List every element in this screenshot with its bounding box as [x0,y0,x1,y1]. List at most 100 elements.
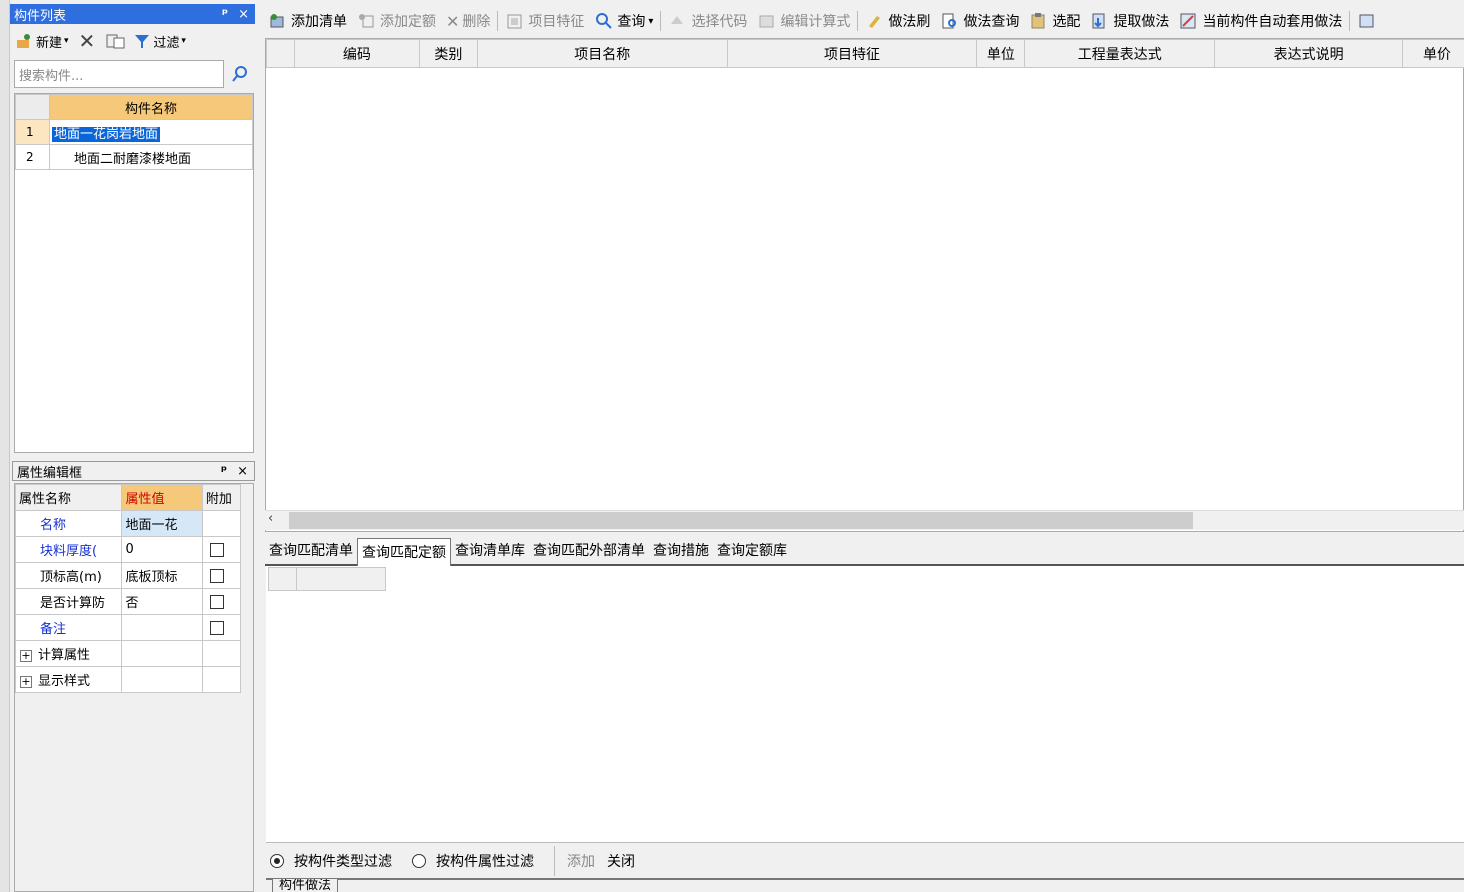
property-panel-titlebar: 属性编辑框 ᵖ × [12,461,255,481]
property-group-row[interactable]: + 显示样式 [14,666,242,693]
pin-icon[interactable]: ᵖ [222,7,228,22]
property-value-input[interactable] [121,614,203,641]
new-button[interactable]: 新建 ▾ [14,32,69,51]
tab-query-match-list[interactable]: 查询匹配清单 [265,540,357,564]
extract-icon [1092,13,1105,29]
column-header[interactable]: 表达式说明 [1214,39,1403,68]
filter-separator [554,845,555,876]
property-grid: 属性名称 属性值 附加 名称 地面一花 块料厚度( 0 顶标高(m) 底板顶标 … [14,483,254,892]
property-name: 顶标高(m) [14,562,123,589]
delete-icon[interactable]: ✕ [79,29,96,53]
auto-apply-button[interactable]: 当前构件自动套用做法 [1174,11,1347,31]
expand-icon[interactable]: + [20,649,32,662]
add-quota-button[interactable]: 添加定额 [352,11,441,31]
column-header[interactable]: 编码 [293,39,420,68]
edit-formula-icon [759,15,774,28]
grid-corner-cell [266,39,295,68]
filter-icon [135,35,150,48]
add-button[interactable]: 添加 [567,851,595,871]
expand-icon[interactable]: + [20,675,32,688]
document-search-icon [942,13,957,29]
scroll-left-icon[interactable]: ‹ [268,511,273,526]
property-value-input[interactable]: 底板顶标 [121,562,203,589]
extract-method-button[interactable]: 提取做法 [1085,11,1174,31]
toolbar-separator [497,11,499,31]
edit-formula-button[interactable]: 编辑计算式 [752,11,855,31]
search-icon [232,66,247,82]
column-header[interactable]: 项目特征 [726,39,978,68]
extra-checkbox[interactable] [209,568,224,583]
tab-query-external-list[interactable]: 查询匹配外部清单 [529,540,649,564]
select-match-button[interactable]: 选配 [1024,11,1085,31]
property-panel-title: 属性编辑框 [17,465,83,481]
property-name: 备注 [14,614,123,641]
extra-checkbox[interactable] [209,620,224,635]
toolbar-separator [857,11,859,31]
column-header[interactable]: 项目名称 [476,39,728,68]
component-name-cell[interactable]: 地面一花岗岩地面 [52,126,161,142]
method-query-button[interactable]: 做法查询 [935,11,1024,31]
clipboard-icon [1031,13,1045,29]
property-extra-cell [201,666,242,693]
property-value-cell [121,666,203,693]
property-value-header: 属性值 [121,484,203,511]
delete-button[interactable]: ✕ 删除 [441,11,495,31]
delete-icon: ✕ [446,11,460,31]
add-list-button[interactable]: 添加清单 [263,11,352,31]
close-button[interactable]: 关闭 [607,851,635,871]
property-row[interactable]: 是否计算防 否 [14,588,242,615]
search-button[interactable] [226,60,254,88]
tab-query-list-library[interactable]: 查询清单库 [451,540,529,564]
tab-query-match-quota[interactable]: 查询匹配定额 [357,538,451,566]
property-value-input[interactable]: 0 [121,536,203,563]
table-row[interactable]: 1 地面一花岗岩地面 [15,119,253,145]
extra-checkbox[interactable] [209,594,224,609]
method-grid: 编码 类别 项目名称 项目特征 单位 工程量表达式 表达式说明 单价 [265,38,1464,532]
tab-component-method[interactable]: 构件做法 [272,879,339,892]
bottom-tab-strip [266,878,1464,892]
property-row[interactable]: 块料厚度( 0 [14,536,242,563]
component-name-cell[interactable]: 地面二耐磨漆楼地面 [49,144,253,170]
close-icon[interactable]: × [238,7,249,22]
pin-icon[interactable]: ᵖ [221,464,227,479]
close-icon[interactable]: × [237,464,248,479]
property-row[interactable]: 备注 [14,614,242,641]
tab-query-quota-library[interactable]: 查询定额库 [713,540,791,564]
item-feature-button[interactable]: 项目特征 [500,11,589,31]
query-button[interactable]: 查询 ▾ [589,11,658,31]
scrollbar-thumb[interactable] [289,512,1193,529]
property-group-row[interactable]: + 计算属性 [14,640,242,667]
property-name: 是否计算防 [14,588,123,615]
dropdown-arrow-icon: ▾ [648,15,654,27]
app-root: 构件列表 ᵖ × 新建 ▾ ✕ 过滤 ▾ 搜索构件... 构件名称 1 地面一花… [0,0,1464,892]
component-name-header[interactable]: 构件名称 [49,94,253,120]
magnifier-icon [596,13,613,29]
filter-button[interactable]: 过滤 ▾ [133,32,186,51]
extra-checkbox[interactable] [209,542,224,557]
filter-by-property-radio[interactable]: 按构件属性过滤 [412,851,534,871]
tab-query-measures[interactable]: 查询措施 [649,540,713,564]
method-brush-button[interactable]: 做法刷 [860,11,935,31]
column-header[interactable]: 工程量表达式 [1024,39,1216,68]
property-row[interactable]: 名称 地面一花 [14,510,242,537]
copy-icon[interactable] [105,32,127,50]
radio-selected-icon [270,853,284,868]
property-group-name: 显示样式 [38,674,91,689]
column-header[interactable]: 类别 [418,39,478,68]
filter-by-type-radio[interactable]: 按构件类型过滤 [270,851,392,871]
property-row[interactable]: 顶标高(m) 底板顶标 [14,562,242,589]
property-value-input[interactable]: 否 [121,588,203,615]
component-list-panel: 构件列表 ᵖ × [10,4,255,24]
more-toolbar-button[interactable] [1352,12,1382,30]
property-value-input[interactable]: 地面一花 [121,510,203,537]
table-row[interactable]: 2 地面二耐磨漆楼地面 [15,144,253,170]
select-code-button[interactable]: 选择代码 [663,11,752,31]
column-header[interactable]: 单位 [976,39,1026,68]
property-name: 名称 [14,510,123,537]
radio-unselected-icon [412,853,426,868]
column-header[interactable]: 单价 [1402,39,1464,68]
property-group-name: 计算属性 [38,648,91,663]
component-grid: 构件名称 1 地面一花岗岩地面 2 地面二耐磨漆楼地面 [14,93,254,453]
component-search-input[interactable]: 搜索构件... [14,60,224,88]
row-index: 1 [15,119,50,145]
